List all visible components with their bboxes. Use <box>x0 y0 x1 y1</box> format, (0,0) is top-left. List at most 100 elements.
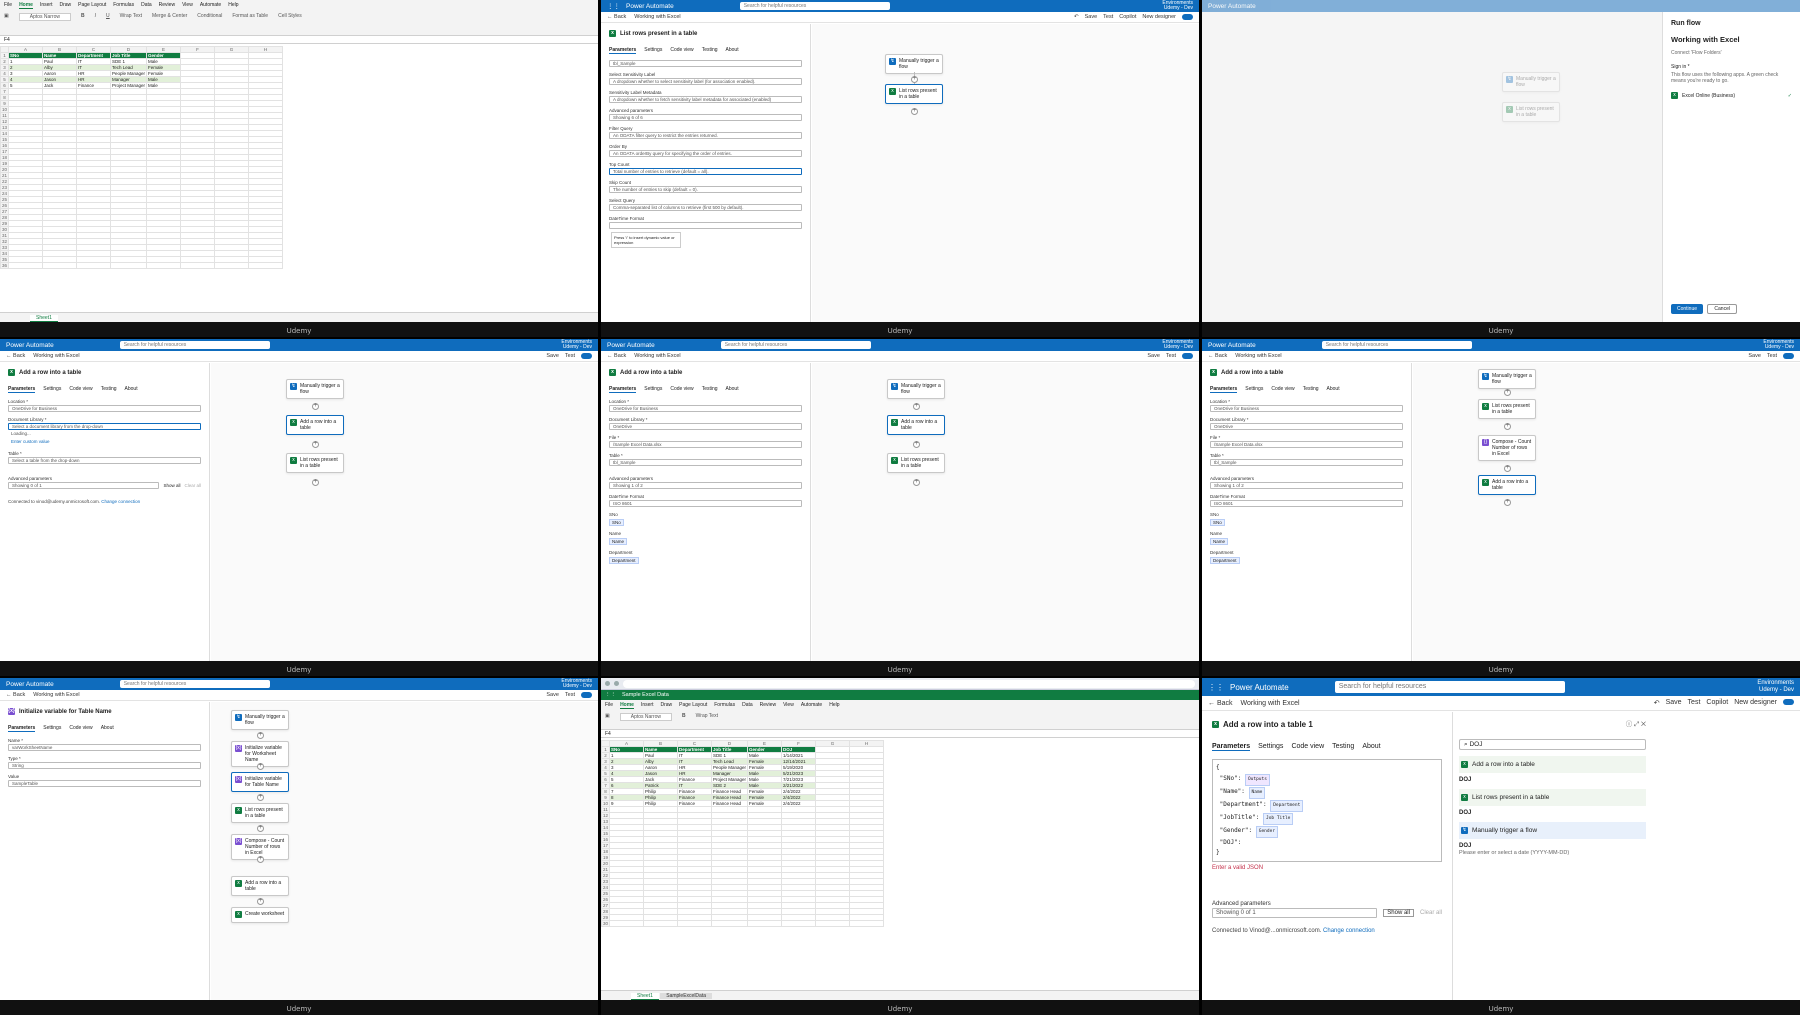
save-button[interactable]: Save <box>546 692 559 698</box>
cell[interactable] <box>815 920 851 927</box>
field-input[interactable]: An ODATA filter query to restrict the en… <box>609 132 802 139</box>
tab-code-view[interactable]: Code view <box>670 386 693 393</box>
menu-item[interactable]: File <box>4 2 12 9</box>
tab-parameters[interactable]: Parameters <box>609 47 637 54</box>
add-step-icon[interactable]: + <box>913 403 920 410</box>
tab-settings[interactable]: Settings <box>43 386 61 393</box>
menu-item[interactable]: Automate <box>801 702 822 709</box>
list-rows-node[interactable]: x List rows present in a table <box>885 84 943 104</box>
cell[interactable]: Project Manager <box>110 82 148 89</box>
custom-value-option[interactable]: Enter custom value <box>8 439 201 446</box>
environment-picker[interactable]: Environments Udemy - Dev <box>1162 1 1193 11</box>
list-rows-node[interactable]: x List rows present in a table <box>286 453 344 473</box>
group-list-rows[interactable]: x List rows present in a table <box>1459 789 1646 806</box>
menu-item[interactable]: Data <box>141 2 152 9</box>
sno-token[interactable]: SNo <box>609 519 624 526</box>
format-as-table-button[interactable]: Format as Table <box>232 13 268 21</box>
group-add-row[interactable]: x Add a row into a table <box>1459 756 1646 773</box>
add-step-icon[interactable]: + <box>257 732 264 739</box>
menu-item[interactable]: Insert <box>40 2 53 9</box>
add-step-icon[interactable]: + <box>312 479 319 486</box>
add-step-icon[interactable]: + <box>911 108 918 115</box>
add-step-icon[interactable]: + <box>1504 389 1511 396</box>
field-input[interactable]: tbl_Sample <box>609 60 802 67</box>
search-input[interactable]: Search for helpful resources <box>119 341 270 349</box>
info-icon[interactable]: ⓘ <box>1626 721 1633 728</box>
save-button[interactable]: Save <box>1666 699 1682 707</box>
new-designer-toggle[interactable] <box>1783 699 1794 705</box>
cell[interactable] <box>42 262 78 269</box>
copilot-button[interactable]: Copilot <box>1706 699 1728 707</box>
change-connection-link[interactable]: Change connection <box>101 499 140 504</box>
advanced-select[interactable]: Showing 1 of 2 <box>1210 482 1403 489</box>
department-token[interactable]: Department <box>1270 800 1304 812</box>
cell[interactable]: People Manager <box>711 764 749 771</box>
cell[interactable] <box>76 262 112 269</box>
worksheet-grid[interactable]: A B C D E F G H 1 SNo Name Department Job Title Gende… <box>601 740 1199 990</box>
table-select[interactable]: tbl_Sample <box>609 459 802 466</box>
trigger-node[interactable]: ↯ Manually trigger a flow <box>1478 369 1536 389</box>
menu-item[interactable]: Data <box>742 702 753 709</box>
flow-step-node[interactable]: x Create worksheet <box>231 907 289 923</box>
tab-parameters[interactable]: Parameters <box>1210 386 1238 393</box>
tab-parameters[interactable]: Parameters <box>1212 743 1251 751</box>
menu-item[interactable]: Insert <box>641 702 654 709</box>
tab-about[interactable]: About <box>726 47 739 54</box>
datetime-select[interactable]: ISO 8601 <box>609 500 802 507</box>
search-input[interactable]: Search for helpful resources <box>1334 681 1565 693</box>
flow-canvas[interactable]: ↯ Manually trigger a flow + x List rows pr… <box>1413 363 1800 661</box>
flow-step-node[interactable]: x Add a row into a table <box>231 876 289 896</box>
refresh-icon[interactable] <box>614 681 619 686</box>
cell[interactable] <box>849 920 885 927</box>
job-title-token[interactable]: Job Title <box>1263 813 1294 825</box>
add-step-icon[interactable]: + <box>911 76 918 83</box>
cell[interactable] <box>146 262 182 269</box>
tab-testing[interactable]: Testing <box>702 47 718 54</box>
flow-step-node[interactable]: x List rows present in a table <box>231 803 289 823</box>
paste-icon[interactable]: ▣ <box>4 13 9 21</box>
back-button[interactable]: ← Back <box>1208 700 1233 707</box>
save-button[interactable]: Save <box>1748 353 1761 359</box>
name-token[interactable]: Name <box>609 538 628 545</box>
menu-item[interactable]: Review <box>159 2 175 9</box>
app-launcher-icon[interactable]: ⋮⋮ <box>605 692 616 698</box>
doj-token-option[interactable]: DOJ <box>1459 810 1646 816</box>
conditional-formatting-button[interactable]: Conditional <box>197 13 222 21</box>
menu-item[interactable]: Home <box>19 2 33 9</box>
gender-token[interactable]: Gender <box>1255 826 1279 838</box>
flow-canvas[interactable]: ↯ Manually trigger a flow + x Add a row in… <box>812 363 1199 661</box>
environment-picker[interactable]: Environments Udemy - Dev <box>561 340 592 350</box>
flow-step-node[interactable]: ↯ Manually trigger a flow <box>231 710 289 730</box>
menu-item[interactable]: Draw <box>59 2 71 9</box>
save-button[interactable]: Save <box>1147 353 1160 359</box>
dynamic-search-input[interactable]: ⌕ DOJ <box>1459 739 1646 750</box>
tab-about[interactable]: About <box>101 725 114 732</box>
sheet-tab[interactable]: Sheet1 <box>631 993 659 1000</box>
paste-icon[interactable]: ▣ <box>605 713 610 721</box>
change-connection-link[interactable]: Change connection <box>1323 928 1375 934</box>
tab-settings[interactable]: Settings <box>1258 743 1283 751</box>
menu-item[interactable]: Page Layout <box>679 702 707 709</box>
doclib-select[interactable]: Select a document library from the drop-… <box>8 423 201 430</box>
tab-testing[interactable]: Testing <box>1332 743 1354 751</box>
new-designer-toggle[interactable] <box>581 692 592 698</box>
add-row-node[interactable]: x Add a row into a table <box>887 415 945 435</box>
compose-node[interactable]: {} Compose - Count Number of rows in Exce… <box>1478 435 1536 461</box>
save-button[interactable]: Save <box>546 353 559 359</box>
name-token[interactable]: Name <box>1248 787 1266 799</box>
tab-settings[interactable]: Settings <box>644 386 662 393</box>
list-rows-node[interactable]: x List rows present in a table <box>1478 399 1536 419</box>
flow-canvas[interactable]: ↯ Manually trigger a flow + x List rows pr… <box>812 24 1199 322</box>
menu-item[interactable]: Home <box>620 702 634 709</box>
show-all-button[interactable]: Show all <box>1383 908 1414 917</box>
new-designer-toggle[interactable] <box>581 353 592 359</box>
add-step-icon[interactable]: + <box>1504 499 1511 506</box>
table-select[interactable]: tbl_Sample <box>1210 459 1403 466</box>
cancel-button[interactable]: Cancel <box>1707 304 1737 314</box>
flow-canvas[interactable]: ↯ Manually trigger a flow + {x} Initialize v… <box>211 702 598 1000</box>
new-designer-toggle[interactable] <box>1182 353 1193 359</box>
menu-item[interactable]: View <box>783 702 794 709</box>
tab-code-view[interactable]: Code view <box>1291 743 1324 751</box>
cell[interactable] <box>8 262 44 269</box>
tab-code-view[interactable]: Code view <box>69 725 92 732</box>
